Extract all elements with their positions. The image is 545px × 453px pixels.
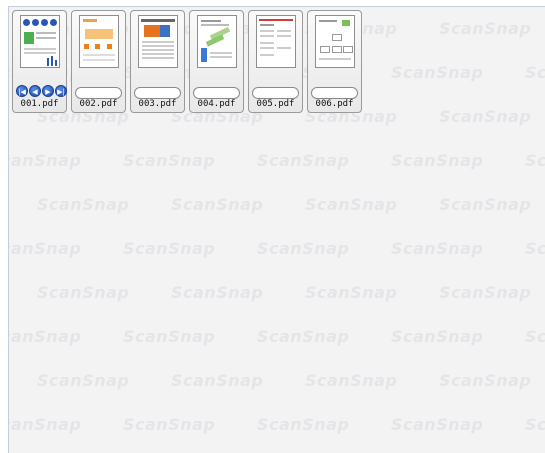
thumbnail-viewer[interactable]: ScanSnap ScanSnap ScanSnap ScanSnap ScanSnap… bbox=[8, 6, 545, 453]
thumbnail-002[interactable]: 002.pdf bbox=[71, 10, 126, 113]
skip-last-icon[interactable]: ▶| bbox=[55, 85, 67, 97]
page-navigator: |◀ ◀ ▶ ▶| bbox=[16, 85, 67, 99]
thumbnail-filename: 006.pdf bbox=[315, 99, 354, 109]
watermark-text: ScanSnap bbox=[257, 415, 350, 434]
prev-page-icon[interactable]: ◀ bbox=[29, 85, 41, 97]
watermark-text: ScanSnap bbox=[305, 283, 398, 302]
watermark-text: ScanSnap bbox=[257, 239, 350, 258]
watermark-text: ScanSnap bbox=[123, 327, 216, 346]
watermark-text: ScanSnap bbox=[37, 371, 130, 390]
thumbnail-filename: 001.pdf bbox=[20, 99, 59, 109]
watermark-text: ScanSnap bbox=[391, 151, 484, 170]
watermark-text: ScanSnap bbox=[9, 151, 82, 170]
watermark-text: ScanSnap bbox=[171, 195, 264, 214]
watermark-text: ScanSnap bbox=[439, 107, 532, 126]
watermark-text: ScanSnap bbox=[525, 327, 545, 346]
page-preview-001 bbox=[20, 15, 60, 68]
thumbnail-filename: 005.pdf bbox=[256, 99, 295, 109]
watermark-text: ScanSnap bbox=[171, 283, 264, 302]
watermark-text: ScanSnap bbox=[9, 327, 82, 346]
watermark-text: ScanSnap bbox=[439, 283, 532, 302]
page-preview-005 bbox=[256, 15, 296, 68]
page-preview-002 bbox=[79, 15, 119, 68]
thumbnail-filename: 002.pdf bbox=[79, 99, 118, 109]
watermark-text: ScanSnap bbox=[525, 239, 545, 258]
watermark-text: ScanSnap bbox=[525, 151, 545, 170]
watermark-text: ScanSnap bbox=[37, 195, 130, 214]
next-page-icon[interactable]: ▶ bbox=[42, 85, 54, 97]
thumbnail-006[interactable]: 006.pdf bbox=[307, 10, 362, 113]
watermark-text: ScanSnap bbox=[257, 327, 350, 346]
watermark-text: ScanSnap bbox=[439, 371, 532, 390]
page-preview-004 bbox=[197, 15, 237, 68]
watermark-text: ScanSnap bbox=[9, 415, 82, 434]
skip-first-icon[interactable]: |◀ bbox=[16, 85, 28, 97]
watermark-text: ScanSnap bbox=[391, 327, 484, 346]
watermark-text: ScanSnap bbox=[391, 63, 484, 82]
watermark-text: ScanSnap bbox=[123, 415, 216, 434]
watermark-text: ScanSnap bbox=[305, 371, 398, 390]
thumbnail-filename: 004.pdf bbox=[197, 99, 236, 109]
watermark-text: ScanSnap bbox=[171, 371, 264, 390]
thumbnail-003[interactable]: 003.pdf bbox=[130, 10, 185, 113]
watermark-text: ScanSnap bbox=[439, 195, 532, 214]
watermark-text: ScanSnap bbox=[9, 239, 82, 258]
watermark-text: ScanSnap bbox=[391, 415, 484, 434]
watermark-text: ScanSnap bbox=[257, 151, 350, 170]
watermark-text: ScanSnap bbox=[37, 283, 130, 302]
watermark-text: ScanSnap bbox=[305, 195, 398, 214]
thumbnail-filename: 003.pdf bbox=[138, 99, 177, 109]
page-preview-006 bbox=[315, 15, 355, 68]
thumbnail-005[interactable]: 005.pdf bbox=[248, 10, 303, 113]
watermark-text: ScanSnap bbox=[439, 19, 532, 38]
watermark-text: ScanSnap bbox=[525, 415, 545, 434]
page-preview-003 bbox=[138, 15, 178, 68]
watermark-text: ScanSnap bbox=[123, 151, 216, 170]
thumbnail-004[interactable]: 004.pdf bbox=[189, 10, 244, 113]
watermark-text: ScanSnap bbox=[123, 239, 216, 258]
watermark-text: ScanSnap bbox=[391, 239, 484, 258]
watermark-text: ScanSnap bbox=[525, 63, 545, 82]
thumbnail-001[interactable]: |◀ ◀ ▶ ▶| 001.pdf bbox=[12, 10, 67, 113]
